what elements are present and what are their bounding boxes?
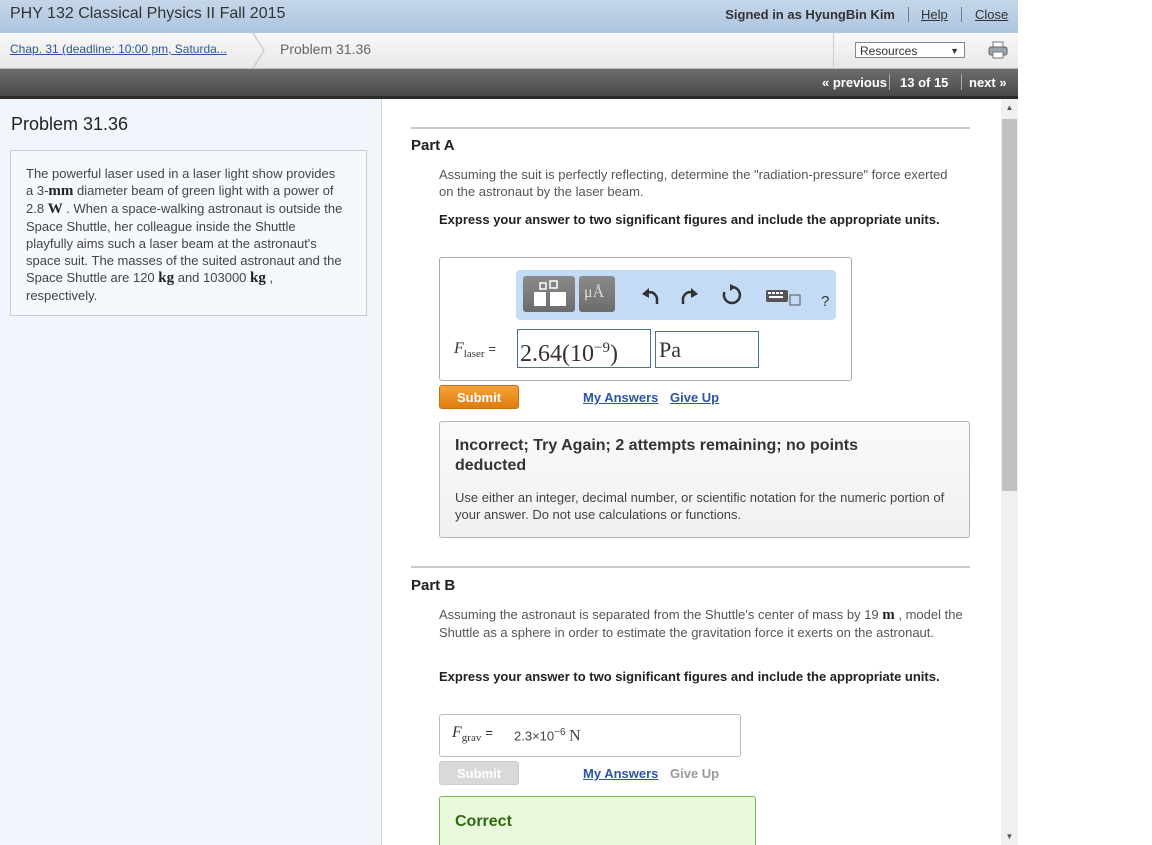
question-text: Assuming the astronaut is separated from… <box>439 607 883 622</box>
scroll-down-icon[interactable]: ▼ <box>1001 828 1018 845</box>
part-a-title: Part A <box>411 137 455 154</box>
part-b-answer-box: Fgrav = 2.3×10−6 N <box>439 714 741 757</box>
answer-value: 2.3×10 <box>514 728 555 744</box>
unit-symbol: kg <box>158 270 175 286</box>
part-a-instruction: Express your answer to two significant f… <box>439 212 940 227</box>
answer-close-paren: ) <box>609 341 618 367</box>
answer-exponent: −6 <box>554 727 566 738</box>
resources-dropdown-label: Resources <box>860 44 918 58</box>
variable-symbol: F <box>452 724 462 741</box>
problem-sidebar: Problem 31.36 The powerful laser used in… <box>0 99 382 845</box>
scroll-up-icon[interactable]: ▲ <box>1001 99 1018 116</box>
part-b-question: Assuming the astronaut is separated from… <box>439 606 964 641</box>
section-divider <box>411 566 970 568</box>
signed-in-label: Signed in as HyungBin Kim <box>725 7 895 22</box>
answer-unit: N <box>569 727 581 745</box>
mastering-physics-window: PHY 132 Classical Physics II Fall 2015 S… <box>0 0 1018 845</box>
equals-sign: = <box>488 341 497 356</box>
resources-dropdown[interactable]: Resources ▼ <box>855 42 965 58</box>
units-button-label: μÅ <box>584 284 605 301</box>
reset-icon[interactable] <box>721 284 743 306</box>
unit-symbol: W <box>47 201 63 217</box>
statement-text: and 103000 <box>174 270 251 285</box>
breadcrumb-separator-icon <box>252 33 265 68</box>
previous-link[interactable]: « previous <box>822 75 887 90</box>
feedback-text: Use either an integer, decimal number, o… <box>455 490 945 522</box>
divider <box>889 74 890 90</box>
variable-subscript: grav <box>461 732 482 745</box>
current-problem-label: Problem 31.36 <box>280 41 372 57</box>
unit-symbol: mm <box>48 183 74 199</box>
part-b-result: Correct <box>439 796 756 845</box>
part-b-my-answers-link[interactable]: My Answers <box>583 766 658 781</box>
divider <box>908 7 909 22</box>
answer-value-input[interactable]: 2.64(10−9) <box>517 329 651 368</box>
part-a-feedback: Incorrect; Try Again; 2 attempts remaini… <box>439 421 970 538</box>
unit-symbol: m <box>882 607 895 623</box>
print-icon[interactable] <box>988 41 1008 59</box>
problem-counter: 13 of 15 <box>900 75 949 90</box>
scrollbar-thumb[interactable] <box>1002 119 1017 491</box>
problem-title: Problem 31.36 <box>11 114 129 134</box>
units-button[interactable]: μÅ <box>579 276 615 312</box>
templates-icon <box>534 280 566 306</box>
undo-icon[interactable] <box>640 284 662 306</box>
help-link[interactable]: Help <box>921 7 948 22</box>
part-a-answer-box: μÅ ? Flaser = 2.64(10−9) Pa <box>439 257 852 381</box>
course-title: PHY 132 Classical Physics II Fall 2015 <box>10 5 286 22</box>
part-a-submit-button[interactable]: Submit <box>439 385 519 409</box>
answer-value: 2.64(10 <box>520 341 594 367</box>
correct-label: Correct <box>455 813 512 830</box>
resources-area: Resources ▼ <box>833 33 1018 68</box>
section-divider <box>411 127 970 129</box>
part-b-instruction: Express your answer to two significant f… <box>439 669 940 684</box>
f-grav-label: Fgrav = <box>452 724 493 744</box>
answer-unit-input[interactable]: Pa <box>655 331 759 368</box>
redo-icon[interactable] <box>678 284 700 306</box>
part-a-question: Assuming the suit is perfectly reflectin… <box>439 167 948 199</box>
top-bar: PHY 132 Classical Physics II Fall 2015 S… <box>0 0 1018 33</box>
part-b-answer: 2.3×10−6 N <box>514 727 581 745</box>
close-link[interactable]: Close <box>975 7 1008 22</box>
problem-nav-bar: « previous 13 of 15 next » <box>0 69 1018 99</box>
problem-statement-box: The powerful laser used in a laser light… <box>10 150 367 316</box>
unit-symbol: kg <box>250 270 266 286</box>
next-link[interactable]: next » <box>969 75 1007 90</box>
main-content: Part A Assuming the suit is perfectly re… <box>382 99 997 845</box>
templates-button[interactable] <box>523 276 575 312</box>
divider <box>961 7 962 22</box>
part-a-my-answers-link[interactable]: My Answers <box>583 390 658 405</box>
dropdown-arrow-icon: ▼ <box>950 46 959 56</box>
f-laser-label: Flaser = <box>454 340 496 360</box>
feedback-title: Incorrect; Try Again; 2 attempts remaini… <box>455 437 859 474</box>
answer-exponent: −9 <box>594 340 610 356</box>
vertical-scrollbar[interactable]: ▲ ▼ <box>1001 99 1018 845</box>
problem-statement: The powerful laser used in a laser light… <box>26 165 346 304</box>
equation-toolbar: μÅ ? <box>516 270 836 320</box>
variable-subscript: laser <box>463 348 485 361</box>
breadcrumb: Chap. 31 (deadline: 10:00 pm, Saturda...… <box>0 33 1018 69</box>
part-a-give-up-link[interactable]: Give Up <box>670 390 719 405</box>
chapter-link[interactable]: Chap. 31 (deadline: 10:00 pm, Saturda... <box>10 42 227 56</box>
divider <box>961 74 962 90</box>
part-b-submit-button[interactable]: Submit <box>439 761 519 785</box>
part-b-title: Part B <box>411 577 456 594</box>
equals-sign: = <box>485 725 493 740</box>
part-b-give-up-link: Give Up <box>670 766 720 781</box>
keyboard-icon[interactable] <box>764 284 804 306</box>
help-icon[interactable]: ? <box>821 293 829 310</box>
variable-symbol: F <box>454 340 464 357</box>
